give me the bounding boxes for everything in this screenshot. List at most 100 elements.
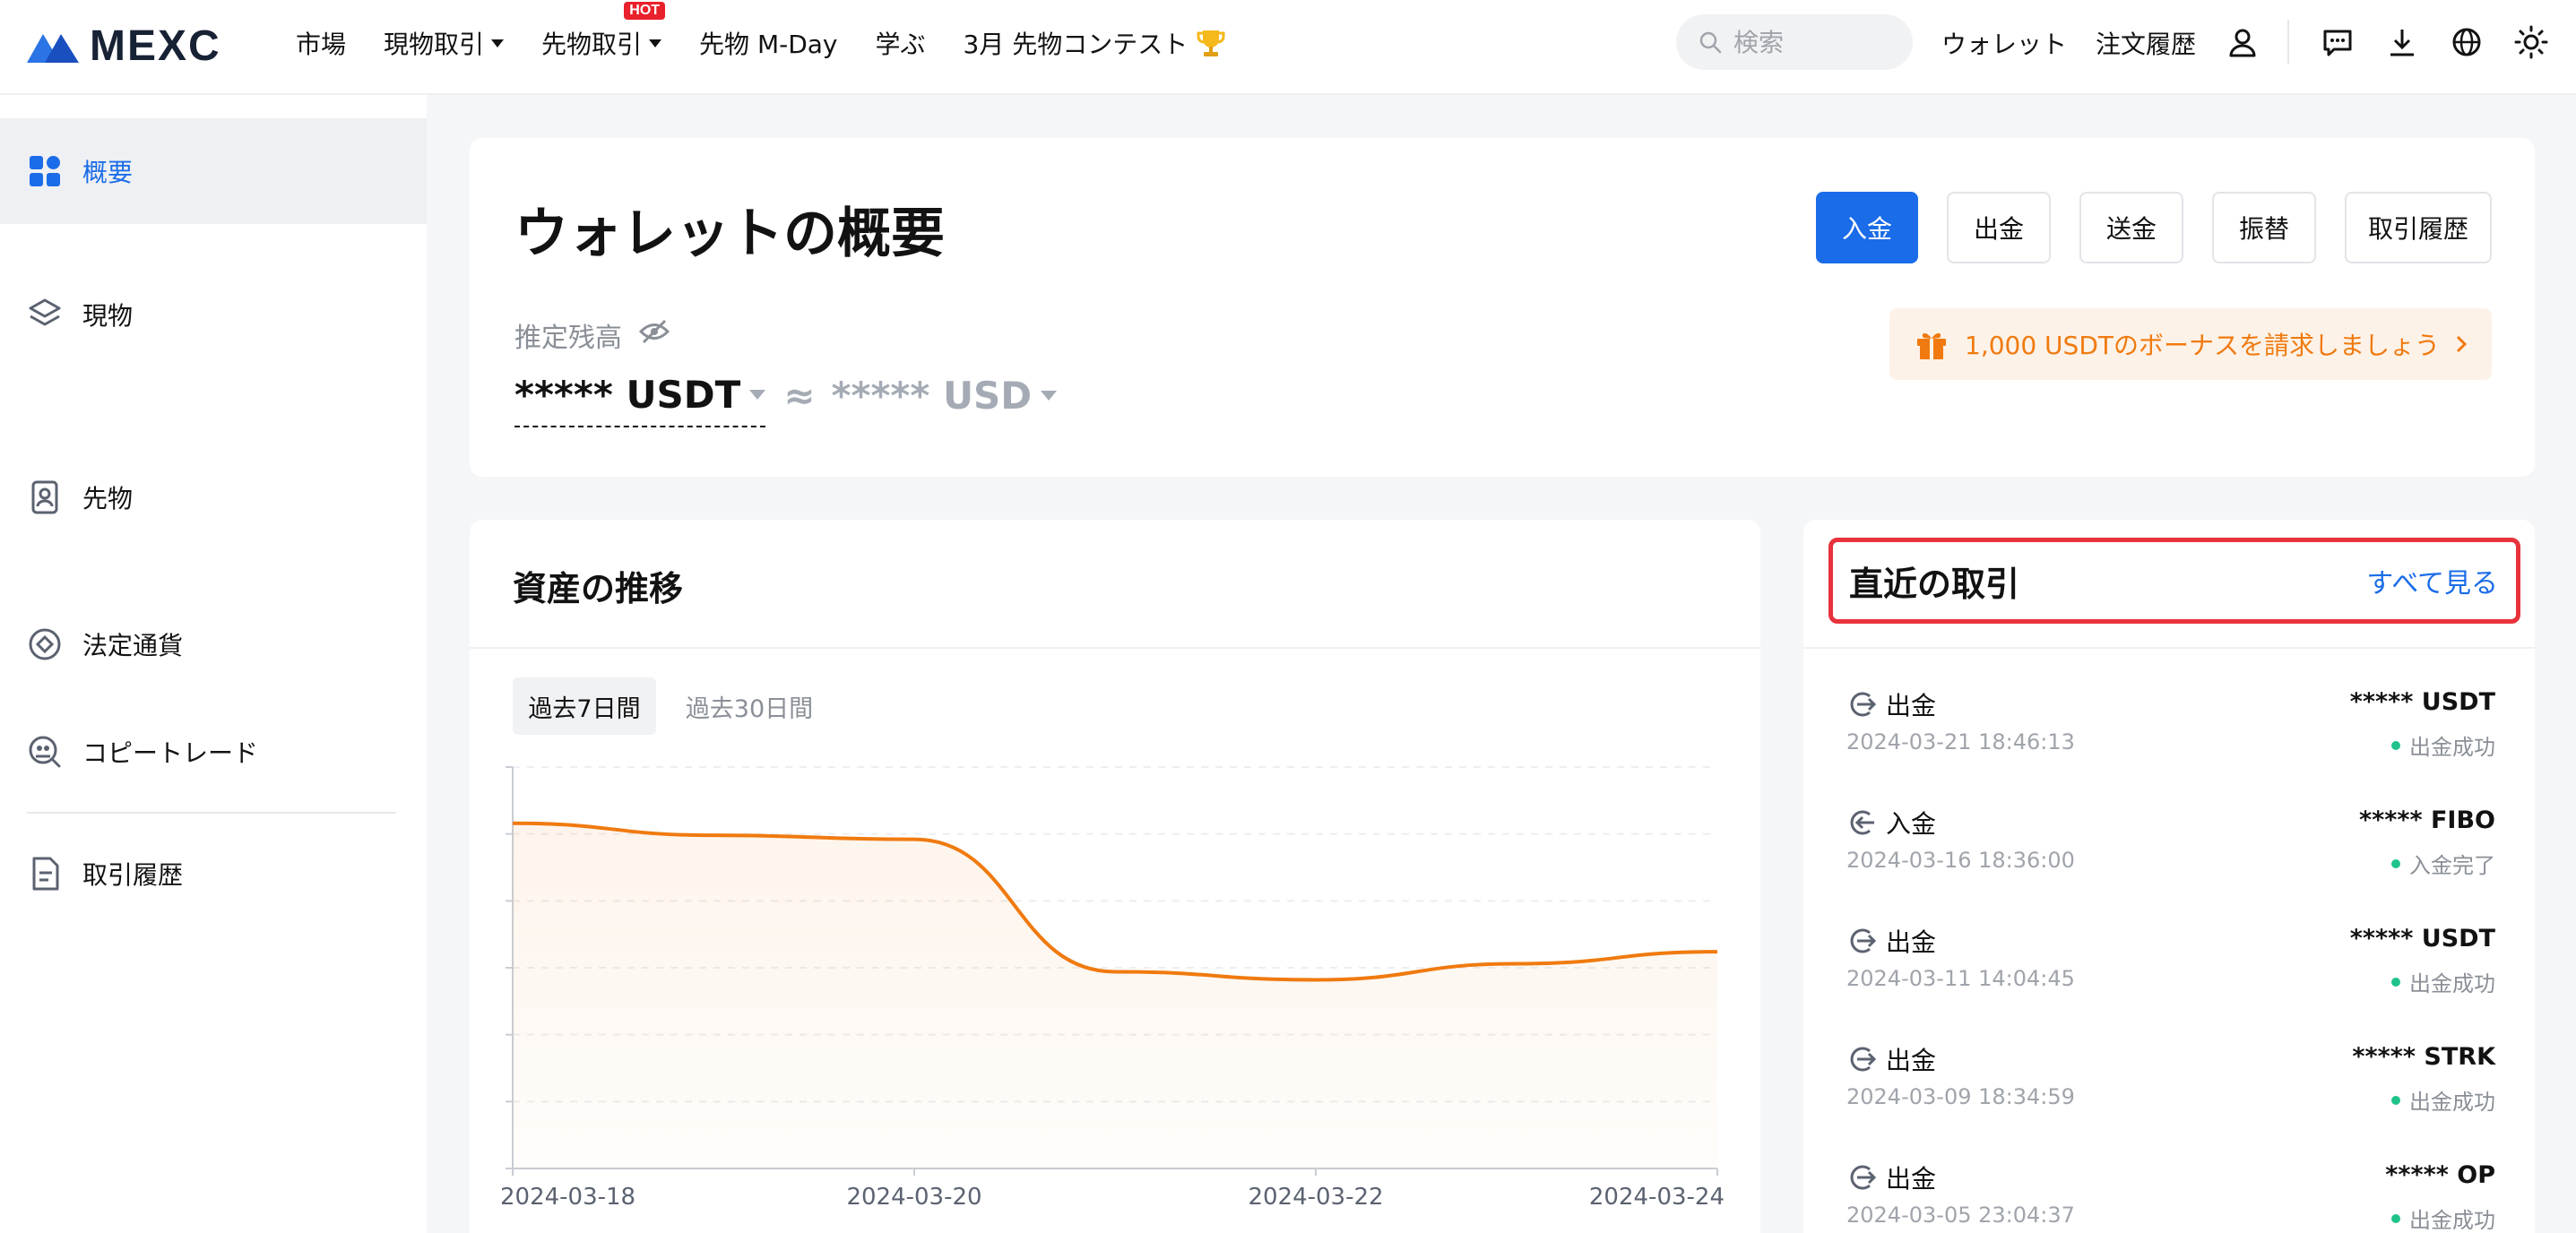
transaction-time: 2024-03-09 18:34:59 (1846, 1084, 2075, 1109)
recent-transactions-header: 直近の取引 すべて見る (1828, 538, 2520, 624)
tab-past-30-days[interactable]: 過去30日間 (678, 677, 821, 735)
order-history-link[interactable]: 注文履歴 (2096, 25, 2196, 61)
withdraw-out-icon (1846, 689, 1877, 720)
transaction-row[interactable]: 入金 2024-03-16 18:36:00 ***** FIBO 入金完了 (1846, 805, 2495, 912)
chart-area-fill (513, 823, 1717, 1168)
status-dot (2391, 1095, 2400, 1105)
asset-trend-title: 資産の推移 (513, 569, 684, 608)
recent-transactions-title: 直近の取引 (1849, 564, 2020, 604)
bonus-banner[interactable]: 1,000 USDTのボーナスを請求しましょう (1889, 308, 2492, 380)
search-box[interactable] (1676, 14, 1913, 70)
top-navigation-bar: MEXC 市場 現物取引 先物取引 HOT 先物 M-Day 学ぶ 3月 先物コン… (0, 0, 2576, 95)
caret-down-icon (649, 39, 662, 47)
sidebar: 概要 現物 先物 法定通貨 コピートレード 取引履歴 (0, 95, 427, 1233)
download-icon[interactable] (2384, 24, 2420, 60)
gift-icon (1917, 332, 1946, 359)
transaction-type-label: 入金 (1886, 809, 1937, 839)
sidebar-item-history[interactable]: 取引履歴 (0, 821, 427, 927)
transaction-history-button[interactable]: 取引履歴 (2345, 192, 2492, 263)
chart-x-tick-label: 2024-03-22 (1248, 1184, 1383, 1211)
transaction-amount: ***** FIBO (2358, 806, 2495, 834)
bonus-text: 1,000 USDTのボーナスを請求しましょう (1965, 331, 2440, 360)
caret-down-icon (1041, 391, 1058, 401)
caret-down-icon (749, 390, 766, 400)
theme-icon[interactable] (2513, 24, 2549, 60)
sidebar-item-label: 概要 (82, 158, 134, 187)
transaction-type: 出金 (1846, 923, 1936, 959)
sidebar-item-copy-trade[interactable]: コピートレード (0, 699, 427, 805)
transaction-type-label: 出金 (1886, 1046, 1937, 1075)
transaction-type-label: 出金 (1886, 1164, 1937, 1194)
card-divider (1803, 647, 2535, 649)
sidebar-item-spot[interactable]: 現物 (0, 262, 427, 367)
asset-trend-chart: 2024-03-18 2024-03-20 2024-03-22 2024-03-24 (500, 766, 1725, 1211)
transaction-amount: ***** OP (2385, 1161, 2495, 1189)
search-input[interactable] (1733, 27, 1895, 57)
transaction-type: 出金 (1846, 686, 1936, 722)
page-title: ウォレットの概要 (514, 203, 945, 265)
tab-past-7-days[interactable]: 過去7日間 (513, 677, 656, 735)
status-dot (2391, 1213, 2400, 1223)
transaction-status: 出金成功 (2391, 1084, 2495, 1116)
message-icon[interactable] (2320, 24, 2356, 60)
transaction-row[interactable]: 出金 2024-03-05 23:04:37 ***** OP 出金成功 (1846, 1160, 2495, 1233)
user-icon[interactable] (2225, 24, 2260, 60)
nav-label: 学ぶ (875, 30, 926, 59)
sidebar-divider (27, 812, 396, 814)
hide-balance-eye-icon[interactable] (638, 318, 670, 352)
logo-text: MEXC (90, 22, 221, 70)
sidebar-item-label: コピートレード (82, 738, 259, 768)
nav-label: 3月 先物コンテスト (963, 30, 1189, 59)
balance-usd-selector[interactable]: ≈ ***** USD (783, 374, 1058, 427)
see-all-link[interactable]: すべて見る (2366, 561, 2498, 600)
transaction-status: 出金成功 (2391, 1203, 2495, 1233)
nav-spot-trading[interactable]: 現物取引 (384, 25, 505, 61)
spot-layers-icon (27, 297, 63, 332)
transfer-button[interactable]: 振替 (2212, 192, 2316, 263)
sidebar-item-label: 先物 (82, 484, 134, 513)
overview-grid-icon (27, 153, 63, 189)
transaction-type: 出金 (1846, 1041, 1936, 1077)
nav-futures-trading[interactable]: 先物取引 HOT (541, 2, 666, 61)
nav-learn[interactable]: 学ぶ (876, 25, 926, 61)
estimated-balance-text: 推定残高 (514, 323, 622, 354)
status-dot (2391, 977, 2400, 987)
nav-market[interactable]: 市場 (296, 25, 346, 61)
status-dot (2391, 858, 2400, 868)
deposit-button[interactable]: 入金 (1816, 192, 1918, 263)
card-divider (470, 647, 1760, 649)
nav-futures-contest[interactable]: 3月 先物コンテスト (964, 25, 1228, 61)
transaction-status-label: 入金完了 (2409, 853, 2495, 878)
transaction-type-label: 出金 (1886, 927, 1937, 957)
globe-icon[interactable] (2449, 24, 2485, 60)
sidebar-item-overview[interactable]: 概要 (0, 118, 427, 224)
header-divider (2287, 20, 2289, 65)
sidebar-item-fiat[interactable]: 法定通貨 (0, 591, 427, 697)
nav-label: 先物 M-Day (699, 30, 838, 59)
transaction-status-label: 出金成功 (2409, 1090, 2495, 1115)
main-nav: 市場 現物取引 先物取引 HOT 先物 M-Day 学ぶ 3月 先物コンテスト (296, 0, 1265, 86)
mexc-logo[interactable]: MEXC (25, 22, 221, 71)
wallet-actions: 入金 出金 送金 振替 取引履歴 (1787, 192, 2492, 263)
transaction-status-label: 出金成功 (2409, 1208, 2495, 1233)
transaction-amount: ***** STRK (2352, 1043, 2495, 1071)
approx-symbol: ≈ (783, 374, 816, 418)
balance-usdt-selector[interactable]: ***** USDT (514, 373, 766, 427)
nav-futures-mday[interactable]: 先物 M-Day (699, 25, 837, 61)
chart-x-tick-label: 2024-03-24 (1589, 1184, 1725, 1211)
deposit-in-icon (1846, 807, 1877, 838)
fiat-icon (27, 626, 63, 662)
withdraw-button[interactable]: 出金 (1947, 192, 2051, 263)
send-button[interactable]: 送金 (2079, 192, 2183, 263)
sidebar-item-futures[interactable]: 先物 (0, 444, 427, 550)
nav-label: 市場 (296, 30, 347, 59)
balance-row: ***** USDT ≈ ***** USD (514, 373, 1058, 427)
transaction-row[interactable]: 出金 2024-03-11 14:04:45 ***** USDT 出金成功 (1846, 923, 2495, 1030)
transaction-row[interactable]: 出金 2024-03-09 18:34:59 ***** STRK 出金成功 (1846, 1041, 2495, 1149)
transaction-row[interactable]: 出金 2024-03-21 18:46:13 ***** USDT 出金成功 (1846, 686, 2495, 794)
nav-label: 先物取引 (541, 30, 643, 59)
wallet-link[interactable]: ウォレット (1941, 25, 2067, 61)
balance-usd-value: ***** USD (831, 374, 1033, 418)
chevron-right-icon (2456, 335, 2468, 353)
copy-trade-icon (27, 734, 63, 770)
